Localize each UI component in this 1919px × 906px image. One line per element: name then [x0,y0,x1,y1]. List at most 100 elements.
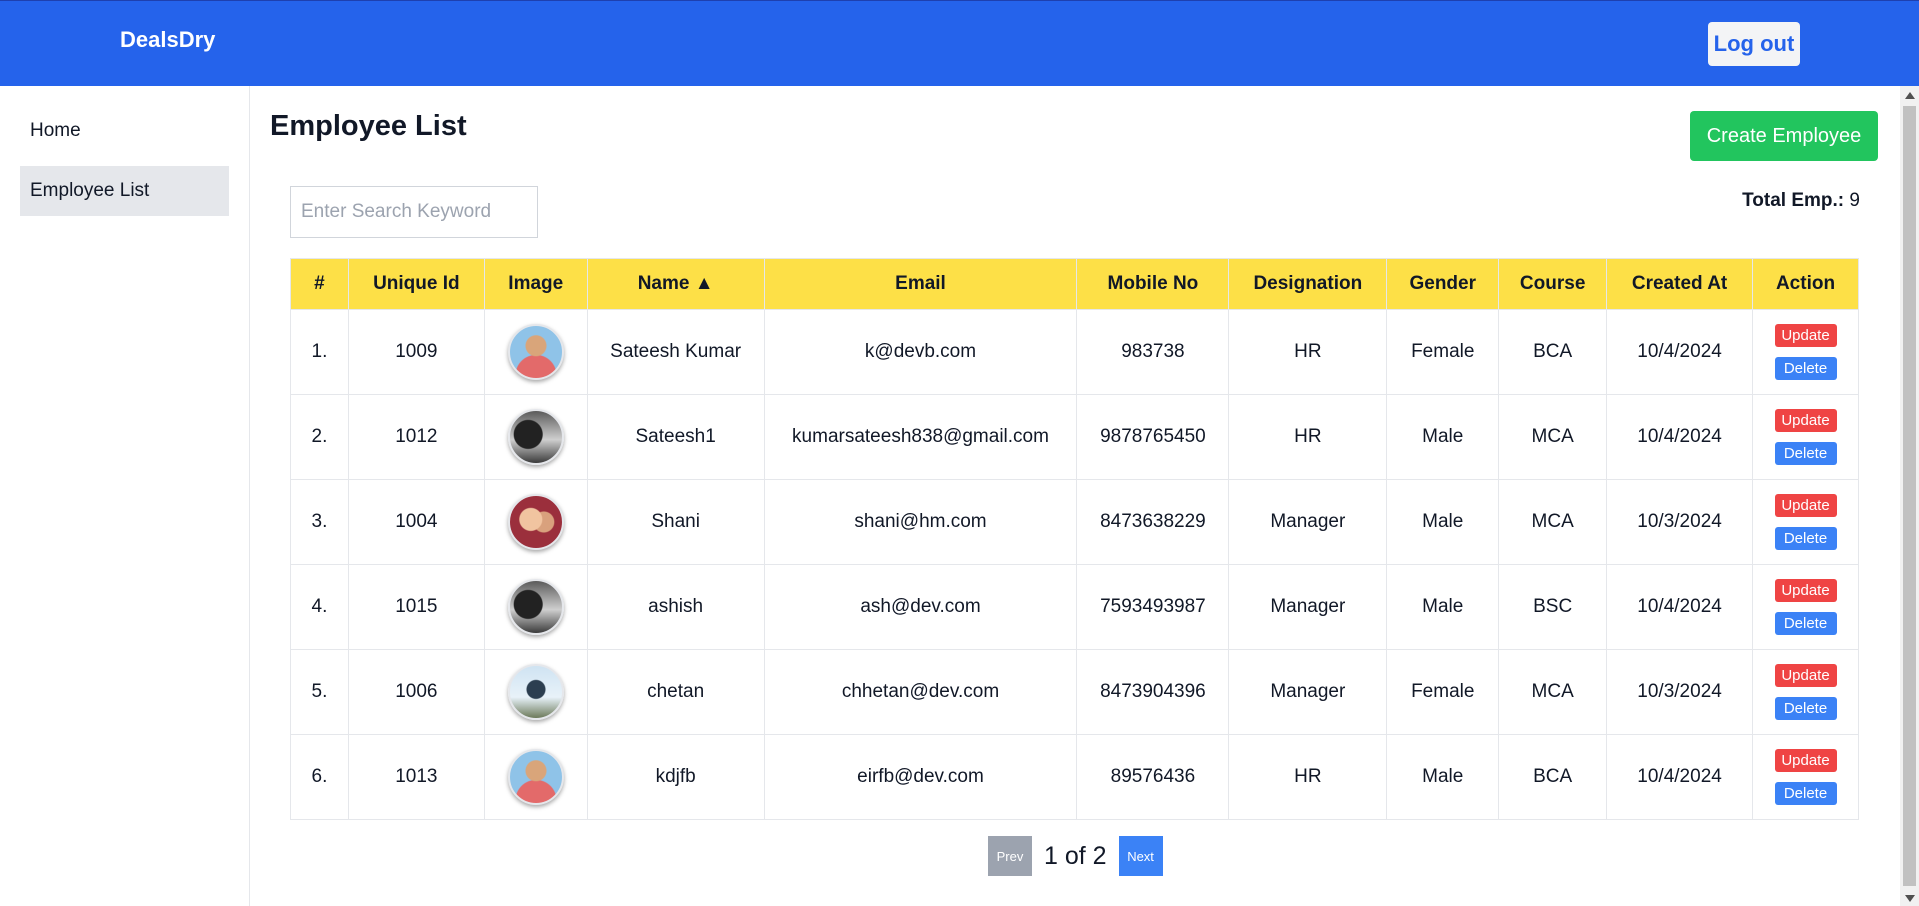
page-info: 1 of 2 [1044,841,1107,870]
email-cell: k@devb.com [763,309,1078,395]
avatar [507,579,564,635]
unique-id-cell: 1012 [347,394,485,480]
table-header-row: # Unique Id Image Name ▲ Email Mobile No Desig… [290,258,1859,310]
next-page-button[interactable]: Next [1118,836,1163,876]
update-button[interactable]: Update [1774,409,1837,432]
course-cell: MCA [1498,649,1608,735]
designation-cell: HR [1228,734,1388,820]
delete-button[interactable]: Delete [1774,357,1837,380]
action-cell: Update Delete [1752,734,1859,820]
page-title: Employee List [270,110,467,142]
create-employee-button[interactable]: Create Employee [1690,111,1878,161]
row-index: 2. [290,394,349,480]
table-row: 4. 1015 ashish ash@dev.com 7593493987 Manager… [290,564,1859,650]
table-row: 2. 1012 Sateesh1 kumarsateesh838@gmail.com 9… [290,394,1859,480]
action-cell: Update Delete [1752,564,1859,650]
email-cell: shani@hm.com [763,479,1078,565]
email-cell: eirfb@dev.com [763,734,1078,820]
col-mobile-header: Mobile No [1076,258,1230,310]
mobile-cell: 8473638229 [1076,479,1230,565]
course-cell: BCA [1498,309,1608,395]
created-at-cell: 10/4/2024 [1606,309,1754,395]
course-cell: BSC [1498,564,1608,650]
image-cell [483,649,588,735]
action-cell: Update Delete [1752,479,1859,565]
email-cell: ash@dev.com [763,564,1078,650]
update-button[interactable]: Update [1774,579,1837,602]
delete-button[interactable]: Delete [1774,527,1837,550]
name-cell: chetan [586,649,765,735]
scroll-down-arrow-icon[interactable] [1905,895,1915,902]
update-button[interactable]: Update [1774,494,1837,517]
unique-id-cell: 1006 [347,649,485,735]
mobile-cell: 7593493987 [1076,564,1230,650]
designation-cell: Manager [1228,649,1388,735]
unique-id-cell: 1004 [347,479,485,565]
unique-id-cell: 1009 [347,309,485,395]
col-name-header[interactable]: Name ▲ [586,258,765,310]
image-cell [483,479,588,565]
col-image-header: Image [483,258,588,310]
name-cell: Sateesh1 [586,394,765,480]
unique-id-cell: 1013 [347,734,485,820]
col-index-header: # [290,258,349,310]
avatar [507,494,564,550]
created-at-cell: 10/3/2024 [1606,479,1754,565]
prev-page-button[interactable]: Prev [988,836,1032,876]
row-index: 5. [290,649,349,735]
search-input[interactable] [290,186,538,238]
col-designation-header: Designation [1228,258,1388,310]
vertical-scrollbar[interactable] [1900,86,1919,906]
avatar [507,664,564,720]
action-cell: Update Delete [1752,309,1859,395]
delete-button[interactable]: Delete [1774,612,1837,635]
action-cell: Update Delete [1752,394,1859,480]
row-index: 1. [290,309,349,395]
action-buttons: Update Delete [1753,579,1858,635]
course-cell: MCA [1498,479,1608,565]
image-cell [483,309,588,395]
sidebar: Home Employee List [0,86,250,906]
total-value: 9 [1849,190,1860,211]
sidebar-item-home[interactable]: Home [20,106,229,156]
col-unique-id-header: Unique Id [347,258,485,310]
update-button[interactable]: Update [1774,324,1837,347]
delete-button[interactable]: Delete [1774,697,1837,720]
table-row: 1. 1009 Sateesh Kumar k@devb.com 983738 HR Fem… [290,309,1859,395]
delete-button[interactable]: Delete [1774,782,1837,805]
created-at-cell: 10/4/2024 [1606,394,1754,480]
update-button[interactable]: Update [1774,749,1837,772]
action-buttons: Update Delete [1753,664,1858,720]
mobile-cell: 9878765450 [1076,394,1230,480]
action-buttons: Update Delete [1753,324,1858,380]
gender-cell: Male [1386,394,1500,480]
delete-button[interactable]: Delete [1774,442,1837,465]
name-cell: ashish [586,564,765,650]
logout-button[interactable]: Log out [1708,22,1800,66]
avatar [507,409,564,465]
gender-cell: Male [1386,479,1500,565]
action-buttons: Update Delete [1753,749,1858,805]
sidebar-item-employee-list[interactable]: Employee List [20,166,229,216]
email-cell: chhetan@dev.com [763,649,1078,735]
employee-table: # Unique Id Image Name ▲ Email Mobile No Desig… [290,258,1859,820]
mobile-cell: 8473904396 [1076,649,1230,735]
scrollbar-thumb[interactable] [1903,106,1916,886]
action-buttons: Update Delete [1753,409,1858,465]
avatar [507,749,564,805]
top-navbar: DealsDry Log out [0,0,1919,86]
col-action-header: Action [1752,258,1859,310]
gender-cell: Female [1386,649,1500,735]
name-cell: kdjfb [586,734,765,820]
designation-cell: Manager [1228,479,1388,565]
brand-logo[interactable]: DealsDry [120,27,215,53]
name-cell: Sateesh Kumar [586,309,765,395]
row-index: 4. [290,564,349,650]
scroll-up-arrow-icon[interactable] [1905,92,1915,99]
email-cell: kumarsateesh838@gmail.com [763,394,1078,480]
total-employees: Total Emp.: 9 [1600,190,1860,212]
update-button[interactable]: Update [1774,664,1837,687]
avatar [507,324,564,380]
col-created-at-header: Created At [1606,258,1754,310]
col-email-header: Email [763,258,1078,310]
